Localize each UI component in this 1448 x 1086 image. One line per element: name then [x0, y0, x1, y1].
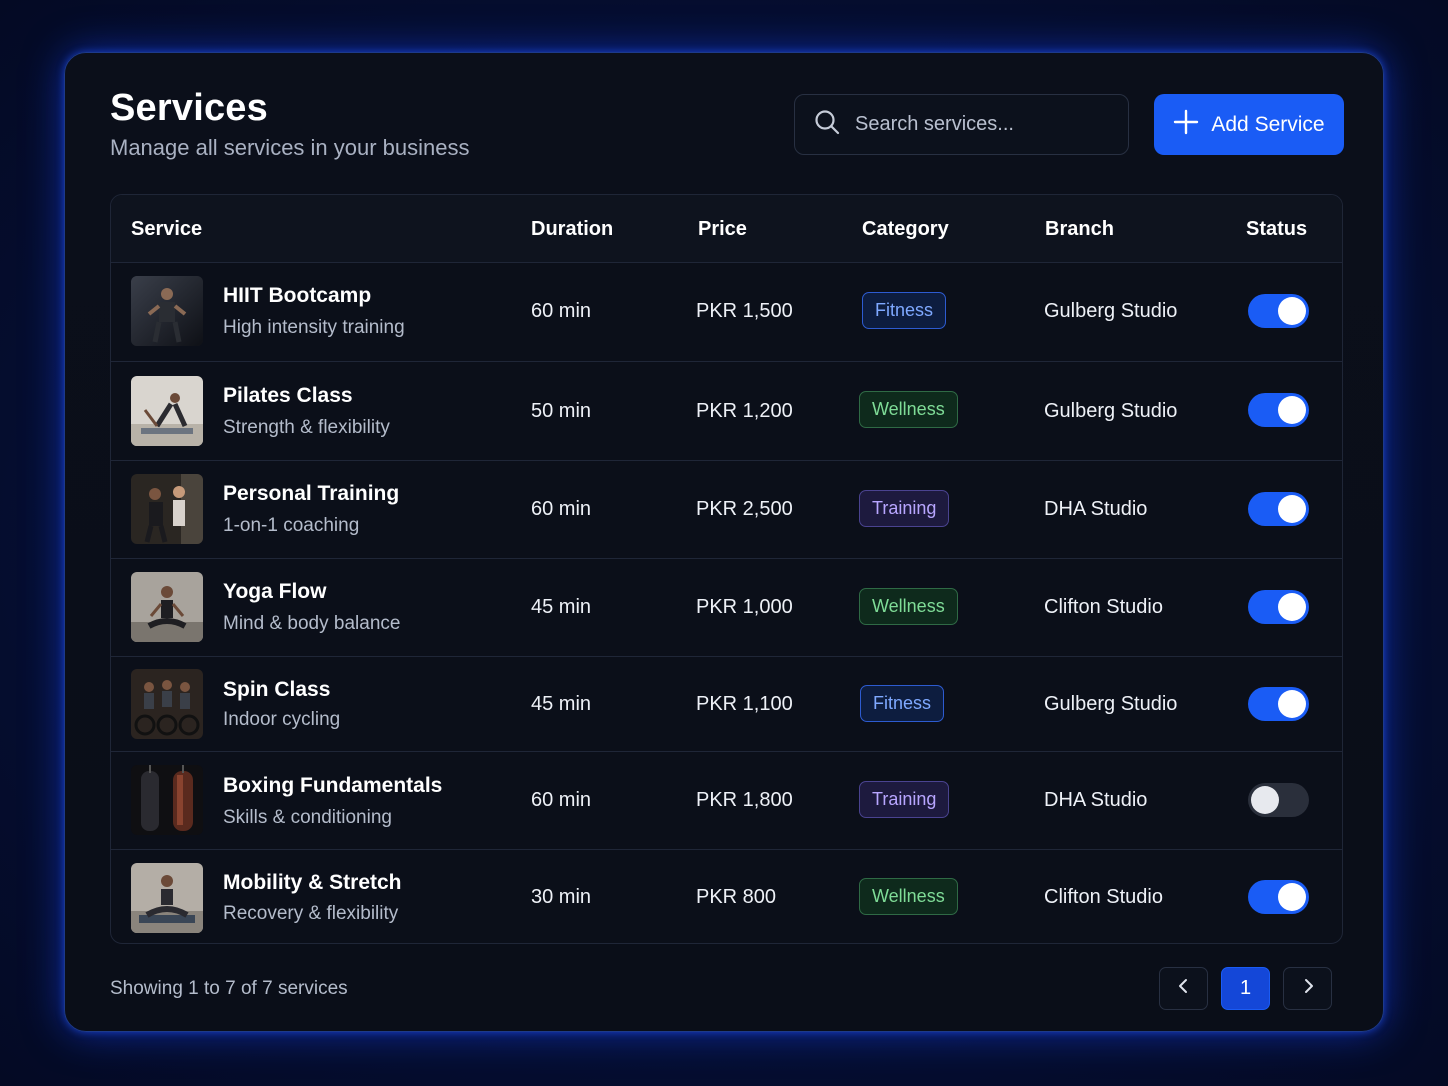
column-header-branch[interactable]: Branch [1045, 218, 1114, 241]
service-description: High intensity training [223, 317, 405, 338]
table-row[interactable]: Yoga Flow Mind & body balance 45 min PKR… [111, 559, 1342, 657]
service-description: Mind & body balance [223, 613, 401, 634]
toggle-knob [1278, 883, 1306, 911]
plus-icon [1173, 109, 1199, 141]
status-toggle[interactable] [1248, 687, 1309, 721]
toggle-knob [1278, 396, 1306, 424]
search-icon [813, 108, 841, 141]
category-badge: Wellness [859, 391, 958, 428]
add-service-label: Add Service [1211, 112, 1325, 136]
previous-page-button[interactable] [1159, 967, 1208, 1010]
pagination-summary: Showing 1 to 7 of 7 services [110, 978, 348, 999]
service-description: Indoor cycling [223, 709, 341, 730]
column-header-duration[interactable]: Duration [531, 218, 613, 241]
table-row[interactable]: HIIT Bootcamp High intensity training 60… [111, 263, 1342, 362]
status-toggle[interactable] [1248, 492, 1309, 526]
chevron-left-icon [1175, 977, 1193, 1001]
service-branch: Clifton Studio [1044, 596, 1163, 618]
service-price: PKR 1,800 [696, 789, 793, 811]
service-description: Skills & conditioning [223, 807, 392, 828]
service-price: PKR 2,500 [696, 498, 793, 520]
service-duration: 45 min [531, 596, 592, 618]
column-header-category[interactable]: Category [862, 218, 949, 241]
status-toggle[interactable] [1248, 590, 1309, 624]
chevron-right-icon [1299, 977, 1317, 1001]
service-thumbnail [131, 474, 203, 544]
service-thumbnail [131, 765, 203, 835]
next-page-button[interactable] [1283, 967, 1332, 1010]
toggle-knob [1278, 593, 1306, 621]
column-header-status[interactable]: Status [1246, 218, 1307, 241]
service-name: HIIT Bootcamp [223, 284, 372, 307]
service-description: Strength & flexibility [223, 417, 390, 438]
service-branch: Clifton Studio [1044, 886, 1163, 908]
service-thumbnail [131, 276, 203, 346]
status-toggle[interactable] [1248, 393, 1309, 427]
service-name: Boxing Fundamentals [223, 774, 443, 797]
service-duration: 30 min [531, 886, 592, 908]
search-box[interactable] [794, 94, 1129, 155]
service-duration: 50 min [531, 400, 592, 422]
column-header-service[interactable]: Service [131, 218, 202, 241]
column-header-price[interactable]: Price [698, 218, 747, 241]
service-price: PKR 1,500 [696, 300, 793, 322]
status-toggle[interactable] [1248, 783, 1309, 817]
service-duration: 45 min [531, 693, 592, 715]
category-badge: Wellness [859, 878, 958, 915]
service-name: Yoga Flow [223, 580, 327, 603]
service-thumbnail [131, 376, 203, 446]
toggle-knob [1251, 786, 1279, 814]
service-branch: Gulberg Studio [1044, 300, 1178, 322]
page-button-current[interactable]: 1 [1221, 967, 1270, 1010]
category-badge: Fitness [860, 685, 945, 722]
table-row[interactable]: Mobility & Stretch Recovery & flexibilit… [111, 850, 1342, 943]
page-title: Services [110, 87, 268, 129]
toggle-knob [1278, 297, 1306, 325]
service-branch: Gulberg Studio [1044, 693, 1178, 715]
status-toggle[interactable] [1248, 880, 1309, 914]
service-name: Pilates Class [223, 384, 353, 407]
service-description: 1-on-1 coaching [223, 515, 360, 536]
service-branch: DHA Studio [1044, 498, 1148, 520]
service-name: Personal Training [223, 482, 400, 505]
service-name: Spin Class [223, 678, 331, 701]
category-badge: Training [859, 490, 950, 527]
service-description: Recovery & flexibility [223, 903, 399, 924]
table-row[interactable]: Boxing Fundamentals Skills & conditionin… [111, 752, 1342, 850]
services-table: Service Duration Price Category Branch S… [110, 194, 1343, 944]
category-badge: Training [859, 781, 950, 818]
category-badge: Wellness [859, 588, 958, 625]
table-row[interactable]: Pilates Class Strength & flexibility 50 … [111, 362, 1342, 461]
service-duration: 60 min [531, 789, 592, 811]
service-name: Mobility & Stretch [223, 871, 402, 894]
service-branch: Gulberg Studio [1044, 400, 1178, 422]
toggle-knob [1278, 690, 1306, 718]
service-price: PKR 1,000 [696, 596, 793, 618]
table-row[interactable]: Personal Training 1-on-1 coaching 60 min… [111, 461, 1342, 559]
add-service-button[interactable]: Add Service [1154, 94, 1344, 155]
service-thumbnail [131, 572, 203, 642]
service-price: PKR 800 [696, 886, 777, 908]
service-thumbnail [131, 669, 203, 739]
category-badge: Fitness [862, 292, 947, 329]
service-duration: 60 min [531, 300, 592, 322]
table-row[interactable]: Spin Class Indoor cycling 45 min PKR 1,1… [111, 657, 1342, 752]
table-header: Service Duration Price Category Branch S… [111, 195, 1342, 263]
service-branch: DHA Studio [1044, 789, 1148, 811]
status-toggle[interactable] [1248, 294, 1309, 328]
toggle-knob [1278, 495, 1306, 523]
service-price: PKR 1,100 [696, 693, 793, 715]
service-thumbnail [131, 863, 203, 933]
service-duration: 60 min [531, 498, 592, 520]
service-price: PKR 1,200 [696, 400, 793, 422]
page-subtitle: Manage all services in your business [110, 135, 470, 160]
search-input[interactable] [855, 113, 1095, 136]
services-panel: Services Manage all services in your bus… [64, 52, 1384, 1032]
